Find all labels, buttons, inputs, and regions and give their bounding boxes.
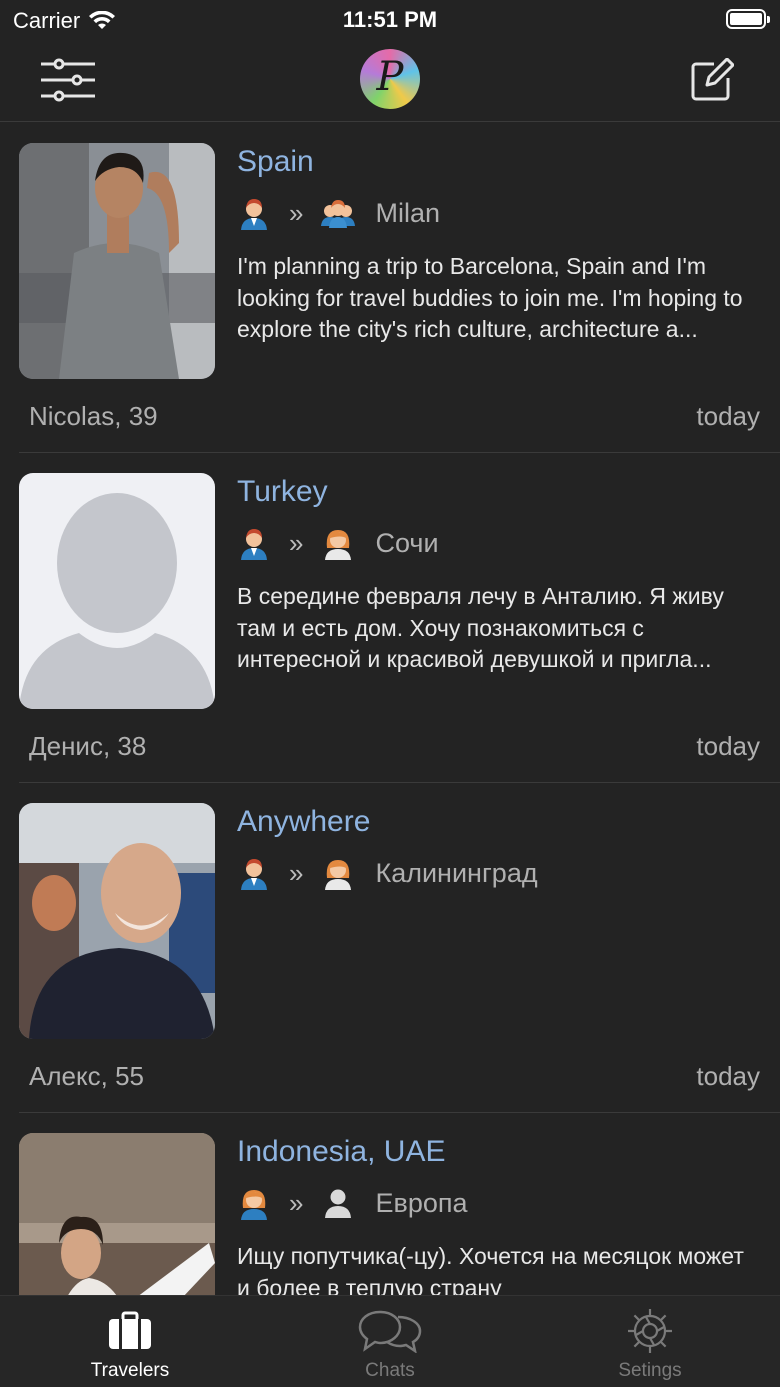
compose-button[interactable] <box>682 54 742 106</box>
tab-settings[interactable]: Setings <box>560 1296 740 1387</box>
tab-chats[interactable]: Chats <box>300 1296 480 1387</box>
status-bar: Carrier 11:51 PM <box>0 0 780 40</box>
route-arrow: » <box>289 197 304 228</box>
city-name: Сочи <box>375 527 439 558</box>
woman-avatar-icon <box>241 1190 267 1220</box>
group-avatar-icon <box>321 200 356 228</box>
destination-title: Spain <box>237 145 314 178</box>
sliders-icon <box>41 58 95 102</box>
post-date: today <box>696 1061 760 1091</box>
author-name-age: Денис, 38 <box>29 731 147 761</box>
route: » Milan <box>237 195 440 231</box>
man-avatar-icon <box>241 529 267 560</box>
travelers-feed[interactable]: Spain » Milan I'm planning a trip to Bar… <box>0 123 780 1295</box>
gear-icon <box>628 1309 672 1353</box>
battery-icon <box>726 9 770 29</box>
route: » Сочи <box>237 525 439 561</box>
man-avatar-icon <box>241 859 267 890</box>
post-card[interactable]: Indonesia, UAE » Европа Ищу попутчика(-ц… <box>19 1113 780 1295</box>
app-logo[interactable]: P <box>360 49 420 109</box>
destination-title: Anywhere <box>237 805 371 838</box>
woman-avatar-icon <box>325 530 352 560</box>
user-photo[interactable] <box>19 1133 215 1295</box>
clock: 11:51 PM <box>342 7 438 32</box>
city-name: Европа <box>375 1187 468 1218</box>
user-photo[interactable] <box>19 803 215 1039</box>
city-name: Milan <box>375 197 440 228</box>
route: » Европа <box>237 1185 468 1221</box>
post-card[interactable]: Turkey » Сочи В середине февраля лечу в … <box>19 453 780 783</box>
post-date: today <box>696 731 760 761</box>
route-arrow: » <box>289 857 304 888</box>
user-photo-placeholder[interactable] <box>19 473 215 709</box>
suitcase-icon <box>109 1311 151 1349</box>
woman-avatar-icon <box>325 860 352 890</box>
post-description: Ищу попутчика(-цу). Хочется на месяцок м… <box>237 1243 744 1295</box>
tab-bar: Travelers Chats Setings <box>0 1295 780 1387</box>
nav-bar: P <box>0 40 780 122</box>
destination-title: Indonesia, UAE <box>237 1135 446 1168</box>
post-date: today <box>696 401 760 431</box>
filter-button[interactable] <box>38 54 98 106</box>
logo-letter: P <box>376 54 404 100</box>
tab-travelers[interactable]: Travelers <box>40 1296 220 1387</box>
post-description: I'm planning a trip to Barcelona, Spain … <box>237 253 743 342</box>
tab-label: Chats <box>365 1360 415 1381</box>
route-arrow: » <box>289 1187 304 1218</box>
chat-bubbles-icon <box>358 1310 422 1353</box>
destination-title: Turkey <box>237 475 328 508</box>
author-name-age: Nicolas, 39 <box>29 401 158 431</box>
post-card[interactable]: Anywhere » Калининград Алекс, 55 today <box>19 783 780 1113</box>
post-description: В середине февраля лечу в Анталию. Я жив… <box>237 583 724 672</box>
tab-label: Travelers <box>90 1360 170 1381</box>
compose-icon <box>691 58 734 101</box>
person-silhouette-icon <box>325 1189 352 1218</box>
author-name-age: Алекс, 55 <box>29 1061 145 1091</box>
user-photo[interactable] <box>19 143 215 379</box>
post-card[interactable]: Spain » Milan I'm planning a trip to Bar… <box>19 123 780 453</box>
route: » Калининград <box>237 855 538 891</box>
route-arrow: » <box>289 527 304 558</box>
man-avatar-icon <box>241 199 267 230</box>
tab-label: Setings <box>618 1360 682 1381</box>
city-name: Калининград <box>375 857 538 888</box>
